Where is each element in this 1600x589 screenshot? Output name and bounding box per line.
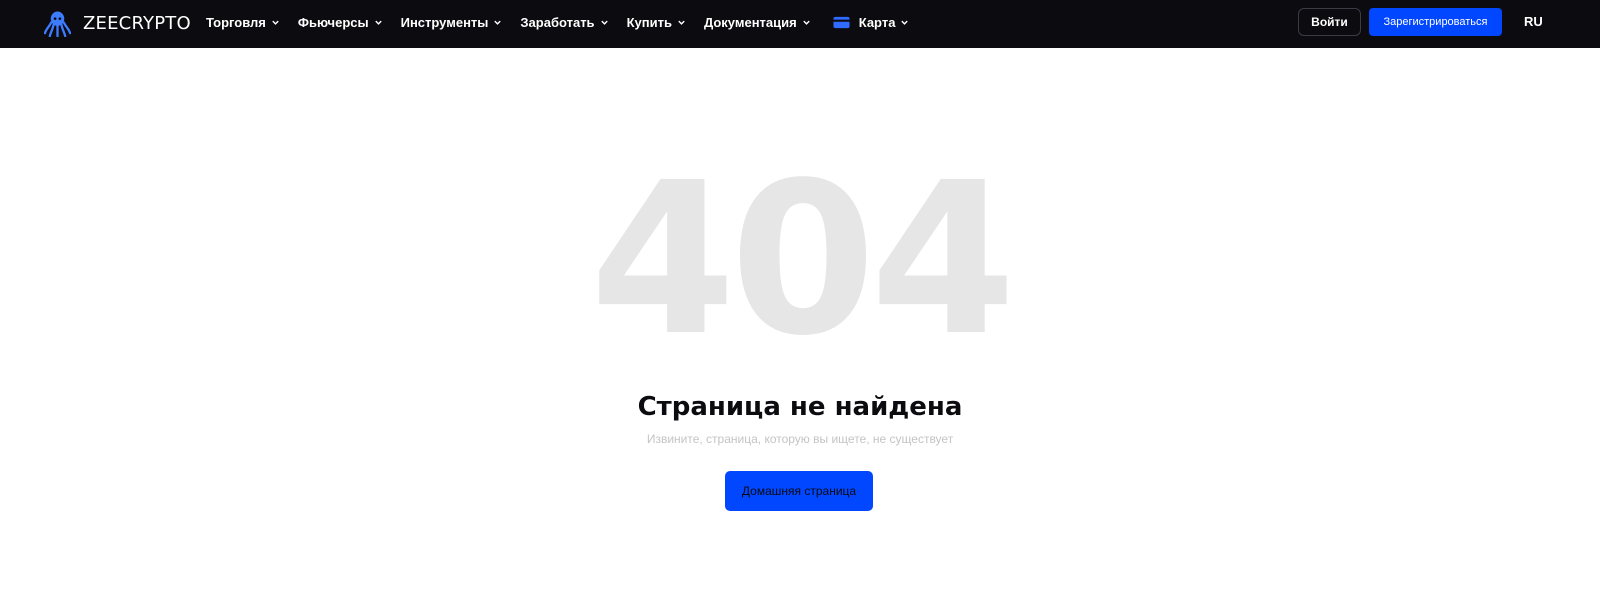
page-subtitle: Извините, страница, которую вы ищете, не… bbox=[646, 432, 954, 446]
nav-item-futures[interactable]: Фьючерсы bbox=[298, 15, 383, 30]
page-title: Страница не найдена bbox=[637, 392, 963, 422]
chevron-down-icon bbox=[374, 20, 382, 25]
chevron-down-icon bbox=[272, 20, 279, 25]
logo[interactable]: ZEECRYPTO bbox=[44, 8, 191, 38]
chevron-down-icon bbox=[803, 20, 810, 25]
login-button[interactable]: Войти bbox=[1298, 8, 1361, 36]
nav-item-label: Карта bbox=[858, 14, 896, 30]
nav-item-docs[interactable]: Документация bbox=[704, 15, 811, 30]
top-navigation-bar: ZEECRYPTO Торговля Фьючерсы Инструменты … bbox=[0, 0, 1600, 48]
logo-text: ZEECRYPTO bbox=[83, 12, 191, 34]
nav-item-label: Инструменты bbox=[400, 14, 489, 30]
chevron-down-icon bbox=[678, 20, 685, 25]
chevron-down-icon bbox=[600, 20, 608, 25]
register-button[interactable]: Зарегистрироваться bbox=[1369, 8, 1502, 36]
chevron-down-icon bbox=[494, 20, 502, 25]
language-switcher[interactable]: RU bbox=[1524, 14, 1543, 29]
octopus-logo-icon bbox=[44, 10, 71, 37]
chevron-down-icon bbox=[901, 20, 909, 25]
nav-item-label: Фьючерсы bbox=[297, 14, 369, 30]
nav-item-earn[interactable]: Заработать bbox=[520, 15, 608, 30]
nav-item-label: Документация bbox=[703, 14, 797, 30]
nav-item-label: Торговля bbox=[206, 14, 266, 30]
main-nav: Торговля Фьючерсы Инструменты Заработать… bbox=[206, 0, 927, 44]
nav-item-label: Заработать bbox=[520, 14, 595, 30]
nav-item-card[interactable]: Карта bbox=[833, 15, 910, 30]
nav-item-trading[interactable]: Торговля bbox=[206, 15, 280, 30]
error-code: 404 bbox=[589, 137, 1016, 382]
nav-item-label: Купить bbox=[626, 14, 672, 30]
nav-item-tools[interactable]: Инструменты bbox=[401, 15, 503, 30]
home-page-button[interactable]: Домашняя страница bbox=[725, 471, 873, 511]
nav-item-buy[interactable]: Купить bbox=[627, 15, 686, 30]
credit-card-icon bbox=[833, 16, 850, 28]
